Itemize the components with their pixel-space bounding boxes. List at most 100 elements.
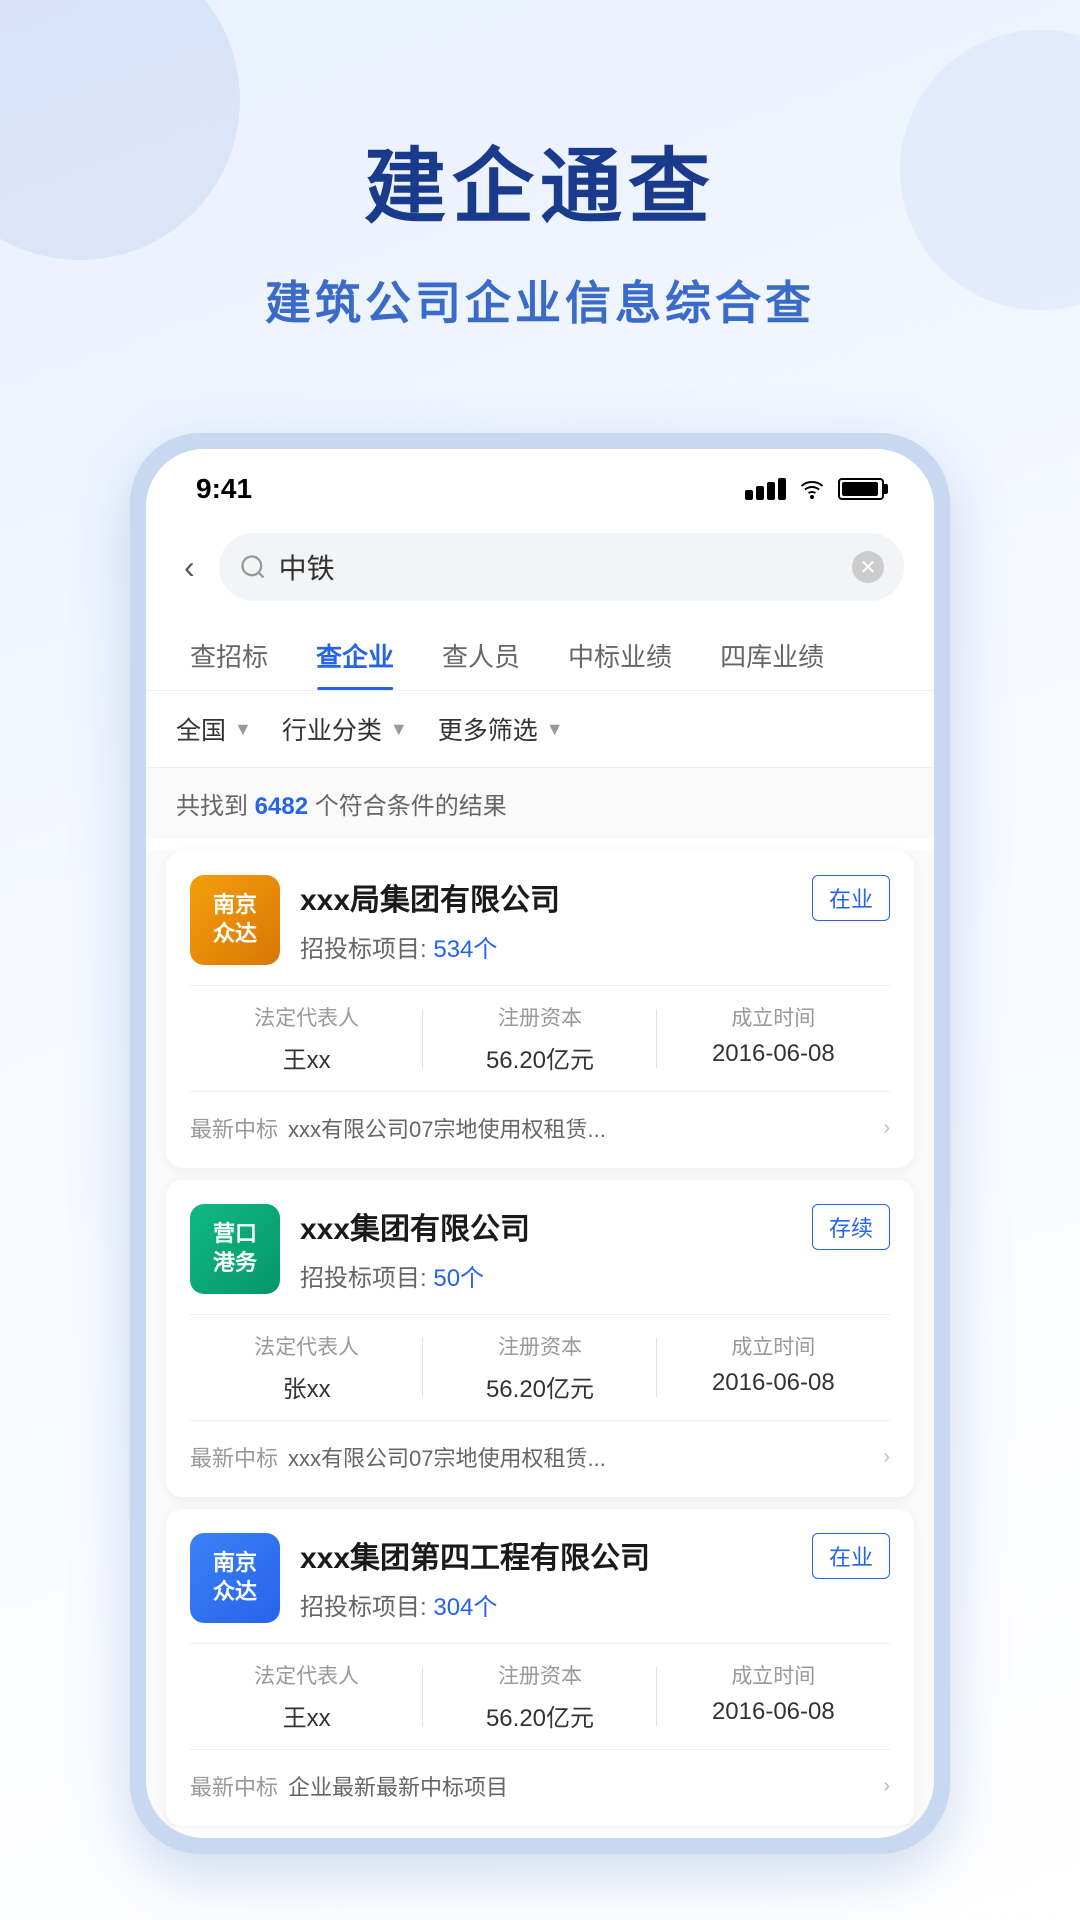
filter-industry[interactable]: 行业分类 ▼ (282, 711, 408, 747)
latest-bid-arrow-icon-3: › (883, 1775, 890, 1798)
status-badge-2: 存续 (812, 1204, 890, 1250)
battery-fill (842, 482, 878, 496)
back-button[interactable]: ‹ (176, 545, 203, 590)
latest-bid-label-1: 最新中标 (190, 1112, 278, 1144)
latest-bid-label-2: 最新中标 (190, 1441, 278, 1473)
companies-list: 南京 众达 xxx局集团有限公司 招投标项目: 534个 在业 (146, 851, 934, 1826)
card-header-1: 南京 众达 xxx局集团有限公司 招投标项目: 534个 在业 (190, 875, 890, 965)
search-query-text: 中铁 (279, 547, 840, 587)
battery-icon (838, 478, 884, 500)
latest-bid-1[interactable]: 最新中标 xxx有限公司07宗地使用权租赁... › (190, 1108, 890, 1144)
bid-label-3: 招投标项目: (300, 1594, 427, 1621)
filter-more-arrow-icon: ▼ (546, 719, 564, 740)
tab-siku[interactable]: 四库业绩 (696, 621, 848, 690)
logo-line1-2: 营口 (213, 1220, 257, 1249)
found-date-value-2: 2016-06-08 (657, 1369, 890, 1397)
found-date-item-2: 成立时间 2016-06-08 (657, 1331, 890, 1404)
company-name-1: xxx局集团有限公司 (300, 875, 792, 919)
signal-bar-1 (745, 490, 753, 500)
company-card-3[interactable]: 南京 众达 xxx集团第四工程有限公司 招投标项目: 304个 在业 (166, 1509, 914, 1826)
card-title-3: xxx集团第四工程有限公司 招投标项目: 304个 (300, 1533, 792, 1622)
found-date-label-3: 成立时间 (657, 1660, 890, 1690)
card-header-3: 南京 众达 xxx集团第四工程有限公司 招投标项目: 304个 在业 (190, 1533, 890, 1623)
status-badge-3: 在业 (812, 1533, 890, 1579)
legal-rep-label-1: 法定代表人 (190, 1002, 423, 1032)
logo-line2-2: 港务 (213, 1249, 257, 1278)
legal-rep-label-3: 法定代表人 (190, 1660, 423, 1690)
legal-rep-label-2: 法定代表人 (190, 1331, 423, 1361)
latest-bid-content-2: xxx有限公司07宗地使用权租赁... (288, 1441, 875, 1473)
latest-bid-content-3: 企业最新最新中标项目 (288, 1770, 875, 1802)
logo-line2-1: 众达 (213, 920, 257, 949)
card-header-2: 营口 港务 xxx集团有限公司 招投标项目: 50个 存续 (190, 1204, 890, 1294)
phone-mockup: 9:41 (130, 433, 950, 1854)
latest-bid-3[interactable]: 最新中标 企业最新最新中标项目 › (190, 1766, 890, 1802)
reg-capital-value-2: 56.20亿元 (423, 1369, 656, 1404)
bid-count-3: 304个 (433, 1594, 497, 1621)
card-title-1: xxx局集团有限公司 招投标项目: 534个 (300, 875, 792, 964)
company-logo-2: 营口 港务 (190, 1204, 280, 1294)
results-text-after: 个符合条件的结果 (308, 793, 507, 820)
phone-screen: 9:41 (146, 449, 934, 1838)
logo-line2-3: 众达 (213, 1578, 257, 1607)
bid-count-2: 50个 (433, 1265, 484, 1292)
search-input-wrap[interactable]: 中铁 ✕ (219, 533, 904, 601)
card-details-3: 法定代表人 王xx 注册资本 56.20亿元 成立时间 2016-06-08 (190, 1643, 890, 1750)
legal-rep-value-3: 王xx (190, 1698, 423, 1733)
company-name-2: xxx集团有限公司 (300, 1204, 792, 1248)
card-details-2: 法定代表人 张xx 注册资本 56.20亿元 成立时间 2016-06-08 (190, 1314, 890, 1421)
found-date-label-2: 成立时间 (657, 1331, 890, 1361)
latest-bid-arrow-icon-1: › (883, 1117, 890, 1140)
wifi-icon (796, 477, 828, 501)
legal-rep-value-1: 王xx (190, 1040, 423, 1075)
phone-container: 9:41 (130, 433, 950, 1854)
latest-bid-label-3: 最新中标 (190, 1770, 278, 1802)
filter-industry-label: 行业分类 (282, 711, 382, 747)
search-icon (239, 553, 267, 581)
latest-bid-arrow-icon-2: › (883, 1446, 890, 1469)
latest-bid-content-1: xxx有限公司07宗地使用权租赁... (288, 1112, 875, 1144)
reg-capital-value-1: 56.20亿元 (423, 1040, 656, 1075)
filter-more[interactable]: 更多筛选 ▼ (438, 711, 564, 747)
filter-region-label: 全国 (176, 711, 226, 747)
header-section: 建企通查 建筑公司企业信息综合查 (0, 0, 1080, 393)
app-subtitle: 建筑公司企业信息综合查 (40, 267, 1040, 333)
company-name-3: xxx集团第四工程有限公司 (300, 1533, 792, 1577)
status-badge-1: 在业 (812, 875, 890, 921)
reg-capital-label-1: 注册资本 (423, 1002, 656, 1032)
clear-search-button[interactable]: ✕ (852, 551, 884, 583)
company-card-2[interactable]: 营口 港务 xxx集团有限公司 招投标项目: 50个 存续 (166, 1180, 914, 1497)
results-text-before: 共找到 (176, 793, 255, 820)
found-date-value-1: 2016-06-08 (657, 1040, 890, 1068)
status-bar: 9:41 (146, 449, 934, 521)
status-icons (745, 477, 884, 501)
company-card-1[interactable]: 南京 众达 xxx局集团有限公司 招投标项目: 534个 在业 (166, 851, 914, 1168)
found-date-value-3: 2016-06-08 (657, 1698, 890, 1726)
status-time: 9:41 (196, 473, 252, 505)
filter-more-label: 更多筛选 (438, 711, 538, 747)
found-date-label-1: 成立时间 (657, 1002, 890, 1032)
signal-bar-2 (756, 486, 764, 500)
tab-bidding[interactable]: 查招标 (166, 621, 292, 690)
tab-personnel[interactable]: 查人员 (418, 621, 544, 690)
company-logo-1: 南京 众达 (190, 875, 280, 965)
legal-rep-item-1: 法定代表人 王xx (190, 1002, 423, 1075)
card-title-2: xxx集团有限公司 招投标项目: 50个 (300, 1204, 792, 1293)
results-total: 6482 (255, 793, 308, 820)
latest-bid-2[interactable]: 最新中标 xxx有限公司07宗地使用权租赁... › (190, 1437, 890, 1473)
reg-capital-label-3: 注册资本 (423, 1660, 656, 1690)
tab-company[interactable]: 查企业 (292, 621, 418, 690)
filter-region[interactable]: 全国 ▼ (176, 711, 252, 747)
found-date-item-1: 成立时间 2016-06-08 (657, 1002, 890, 1075)
company-logo-3: 南京 众达 (190, 1533, 280, 1623)
found-date-item-3: 成立时间 2016-06-08 (657, 1660, 890, 1733)
legal-rep-value-2: 张xx (190, 1369, 423, 1404)
reg-capital-value-3: 56.20亿元 (423, 1698, 656, 1733)
filter-region-arrow-icon: ▼ (234, 719, 252, 740)
reg-capital-label-2: 注册资本 (423, 1331, 656, 1361)
tab-win-bid[interactable]: 中标业绩 (544, 621, 696, 690)
filter-industry-arrow-icon: ▼ (390, 719, 408, 740)
bid-label-2: 招投标项目: (300, 1265, 427, 1292)
search-bar-container: ‹ 中铁 ✕ (146, 521, 934, 621)
signal-bar-3 (767, 482, 775, 500)
